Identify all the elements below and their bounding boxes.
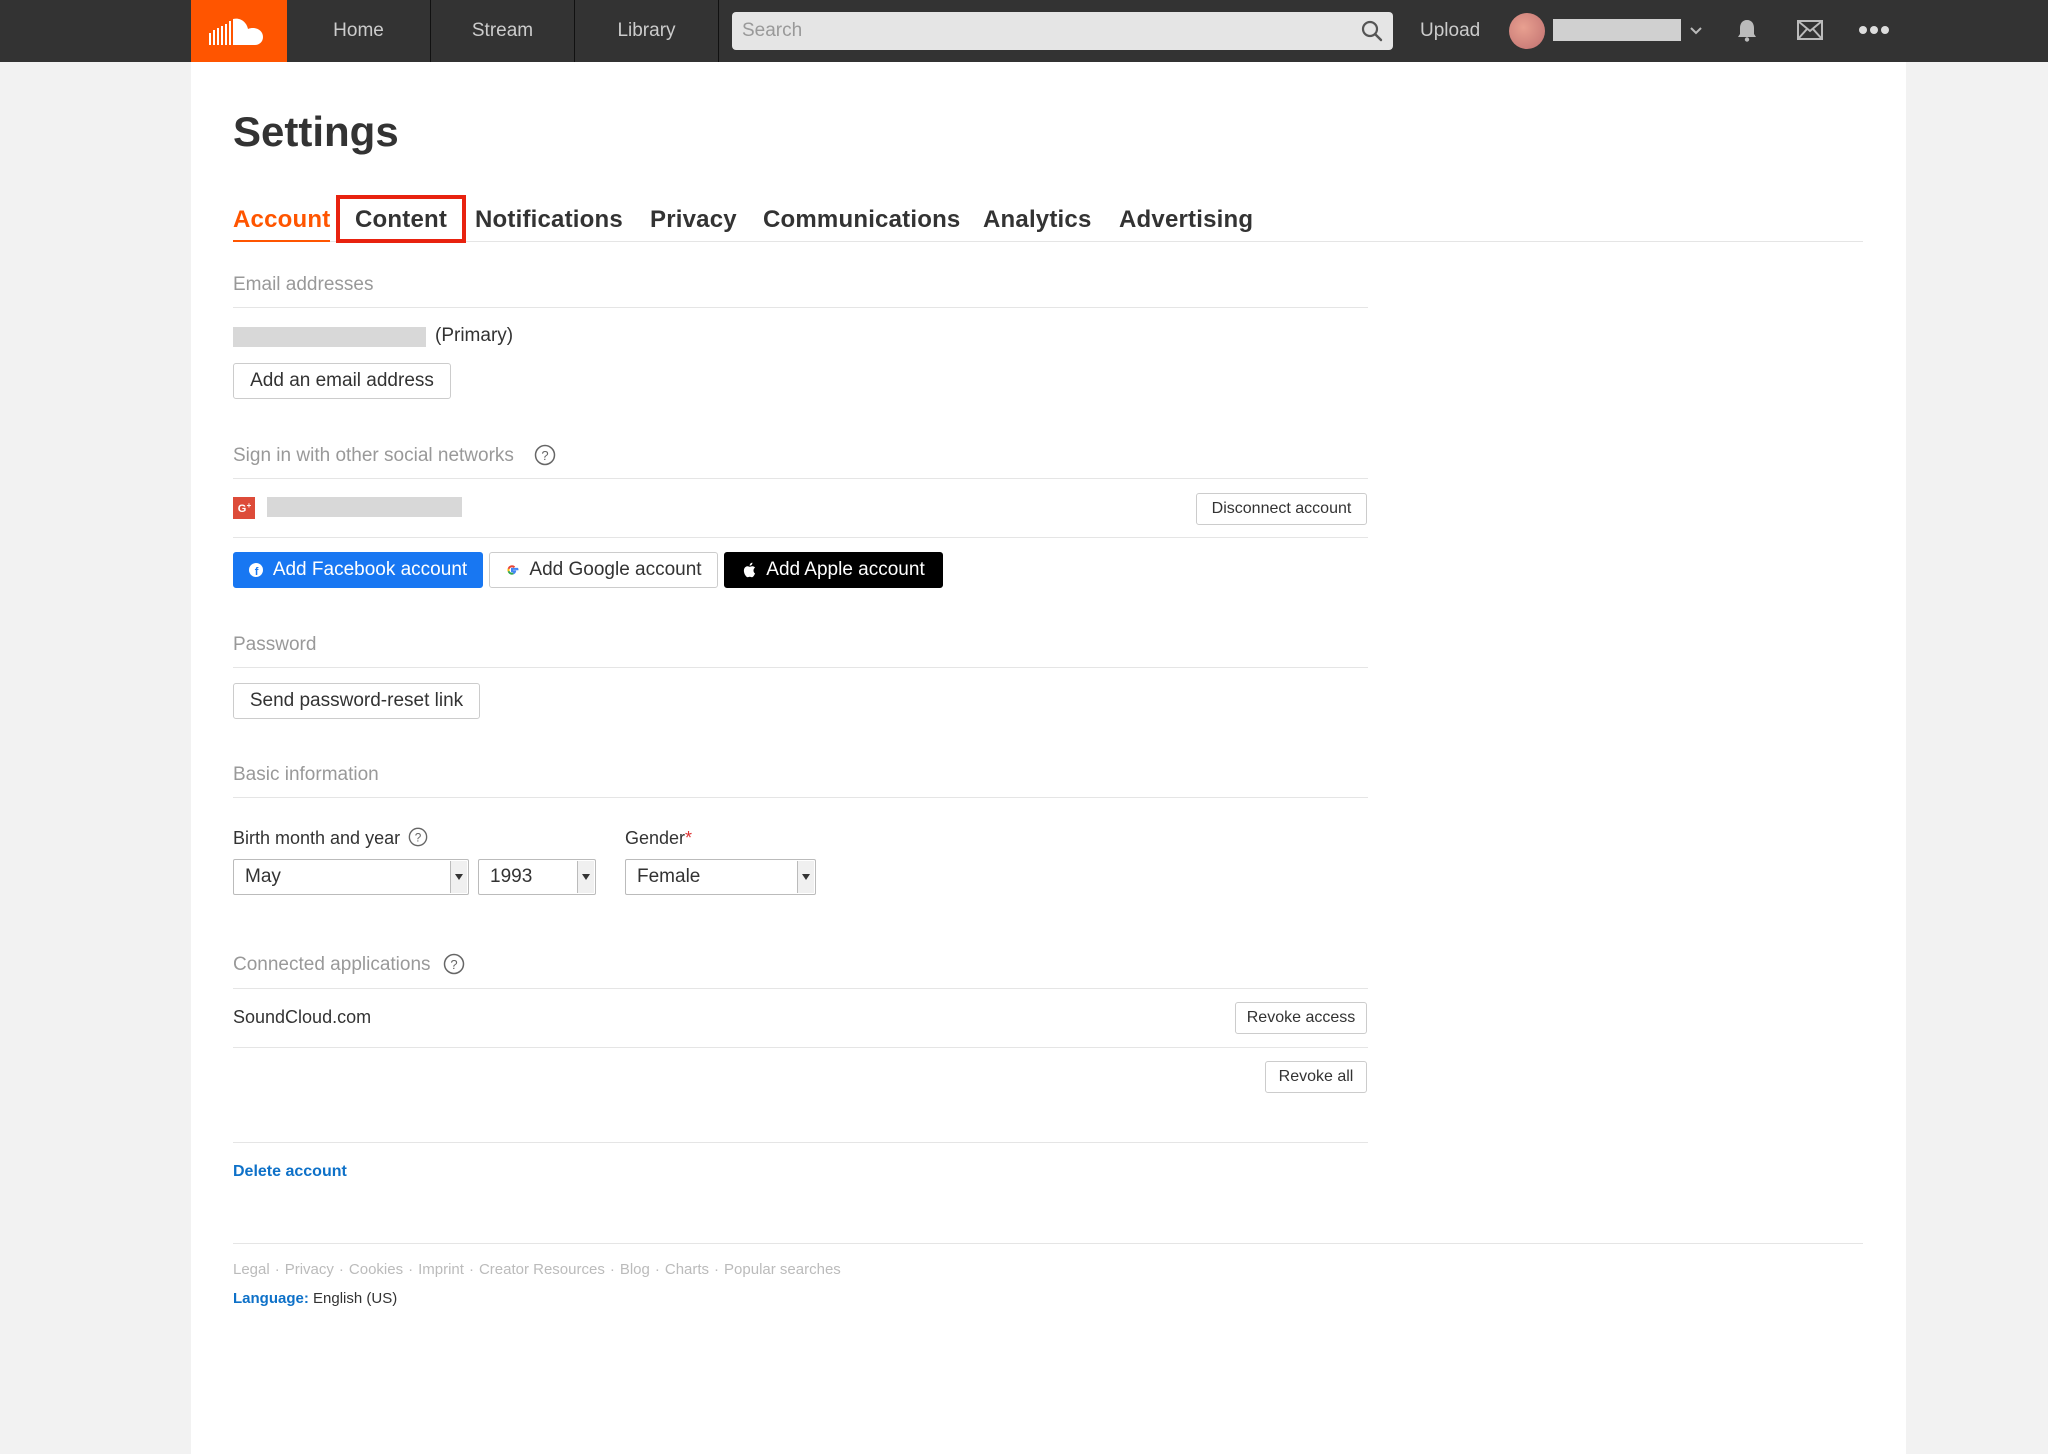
send-password-reset-button[interactable]: Send password-reset link <box>233 683 480 719</box>
footer-links: Legal · Privacy · Cookies · Imprint · Creator Re… <box>233 1261 841 1278</box>
avatar[interactable] <box>1509 13 1545 49</box>
revoke-access-button[interactable]: Revoke access <box>1235 1002 1367 1034</box>
mail-icon[interactable] <box>1797 20 1823 40</box>
language-selector[interactable]: Language: English (US) <box>233 1290 397 1307</box>
gender-select[interactable]: Female <box>625 859 816 895</box>
nav-stream[interactable]: Stream <box>431 0 575 62</box>
language-label: Language: <box>233 1290 309 1307</box>
google-icon <box>507 565 519 575</box>
add-google-label: Add Google account <box>529 559 702 580</box>
birth-month-select[interactable]: May <box>233 859 469 895</box>
svg-text:+: + <box>247 501 252 510</box>
footer-link-cookies[interactable]: Cookies <box>349 1261 403 1278</box>
add-facebook-button[interactable]: f Add Facebook account <box>233 552 483 588</box>
chevron-down-icon <box>450 861 467 893</box>
search-input[interactable] <box>732 12 1393 50</box>
add-google-button[interactable]: Add Google account <box>489 552 718 588</box>
divider <box>233 478 1368 479</box>
chevron-down-icon <box>797 861 814 893</box>
nav-library[interactable]: Library <box>575 0 719 62</box>
birth-label: Birth month and year <box>233 828 401 848</box>
nav-home[interactable]: Home <box>287 0 431 62</box>
bell-icon[interactable] <box>1736 18 1758 42</box>
connected-app-name: SoundCloud.com <box>233 1007 372 1027</box>
required-marker: * <box>685 828 693 848</box>
search-icon[interactable] <box>1361 20 1383 42</box>
gender-label: Gender* <box>625 828 692 849</box>
delete-account-link[interactable]: Delete account <box>233 1163 347 1181</box>
language-value: English (US) <box>313 1290 398 1307</box>
svg-text:f: f <box>255 566 259 577</box>
add-apple-label: Add Apple account <box>766 559 925 580</box>
main-nav: Home Stream Library <box>287 0 719 62</box>
apple-icon <box>744 562 756 578</box>
tab-advertising[interactable]: Advertising <box>1119 198 1253 242</box>
divider <box>233 307 1368 308</box>
divider <box>233 1047 1368 1048</box>
social-account-redacted <box>267 497 462 517</box>
connected-apps-section-label: Connected applications <box>233 954 431 975</box>
divider <box>233 1142 1368 1143</box>
svg-text:?: ? <box>415 831 422 845</box>
footer-link-privacy[interactable]: Privacy <box>285 1261 334 1278</box>
footer-divider <box>233 1243 1863 1244</box>
svg-text:?: ? <box>541 448 548 463</box>
footer-link-charts[interactable]: Charts <box>665 1261 709 1278</box>
primary-email-tag: (Primary) <box>435 325 514 346</box>
password-section-label: Password <box>233 634 317 655</box>
disconnect-account-button[interactable]: Disconnect account <box>1196 493 1367 525</box>
divider <box>233 537 1368 538</box>
svg-text:?: ? <box>450 957 457 972</box>
more-icon[interactable] <box>1858 20 1890 40</box>
top-bar: Home Stream Library Upload <box>0 0 2048 62</box>
soundcloud-logo-icon[interactable] <box>191 0 287 62</box>
footer-link-blog[interactable]: Blog <box>620 1261 650 1278</box>
tab-communications[interactable]: Communications <box>763 198 960 242</box>
revoke-all-button[interactable]: Revoke all <box>1265 1061 1367 1093</box>
footer-link-creator-resources[interactable]: Creator Resources <box>479 1261 605 1278</box>
add-apple-button[interactable]: Add Apple account <box>724 552 943 588</box>
chevron-down-icon[interactable] <box>1688 22 1704 38</box>
google-plus-icon: G + <box>233 497 255 519</box>
upload-link[interactable]: Upload <box>1420 0 1480 62</box>
email-redacted <box>233 327 426 347</box>
tab-notifications[interactable]: Notifications <box>475 198 623 242</box>
search-box <box>732 12 1393 50</box>
social-section-label: Sign in with other social networks <box>233 445 514 466</box>
basic-info-section-label: Basic information <box>233 764 379 785</box>
page-title: Settings <box>233 108 399 155</box>
help-icon[interactable]: ? <box>534 444 556 466</box>
help-icon[interactable]: ? <box>408 827 428 847</box>
settings-panel <box>191 62 1906 1454</box>
birth-year-value: 1993 <box>490 866 533 887</box>
tab-privacy[interactable]: Privacy <box>650 198 737 242</box>
footer-link-legal[interactable]: Legal <box>233 1261 270 1278</box>
content-tab-highlight <box>336 195 466 243</box>
chevron-down-icon <box>577 861 594 893</box>
footer-link-imprint[interactable]: Imprint <box>418 1261 464 1278</box>
svg-text:G: G <box>238 503 247 515</box>
add-facebook-label: Add Facebook account <box>272 559 468 580</box>
email-section-label: Email addresses <box>233 274 374 295</box>
divider <box>233 988 1368 989</box>
gender-label-text: Gender <box>625 828 686 848</box>
add-email-button[interactable]: Add an email address <box>233 363 451 399</box>
gender-value: Female <box>637 866 701 887</box>
facebook-icon: f <box>248 563 263 577</box>
birth-month-value: May <box>245 866 281 887</box>
help-icon[interactable]: ? <box>443 953 465 975</box>
divider <box>233 797 1368 798</box>
birth-year-select[interactable]: 1993 <box>478 859 596 895</box>
tab-account[interactable]: Account <box>233 198 331 242</box>
footer-link-popular-searches[interactable]: Popular searches <box>724 1261 841 1278</box>
divider <box>233 667 1368 668</box>
username-redacted[interactable] <box>1553 19 1681 41</box>
tab-analytics[interactable]: Analytics <box>983 198 1092 242</box>
settings-tabs: Account Content Notifications Privacy Co… <box>233 198 1863 242</box>
